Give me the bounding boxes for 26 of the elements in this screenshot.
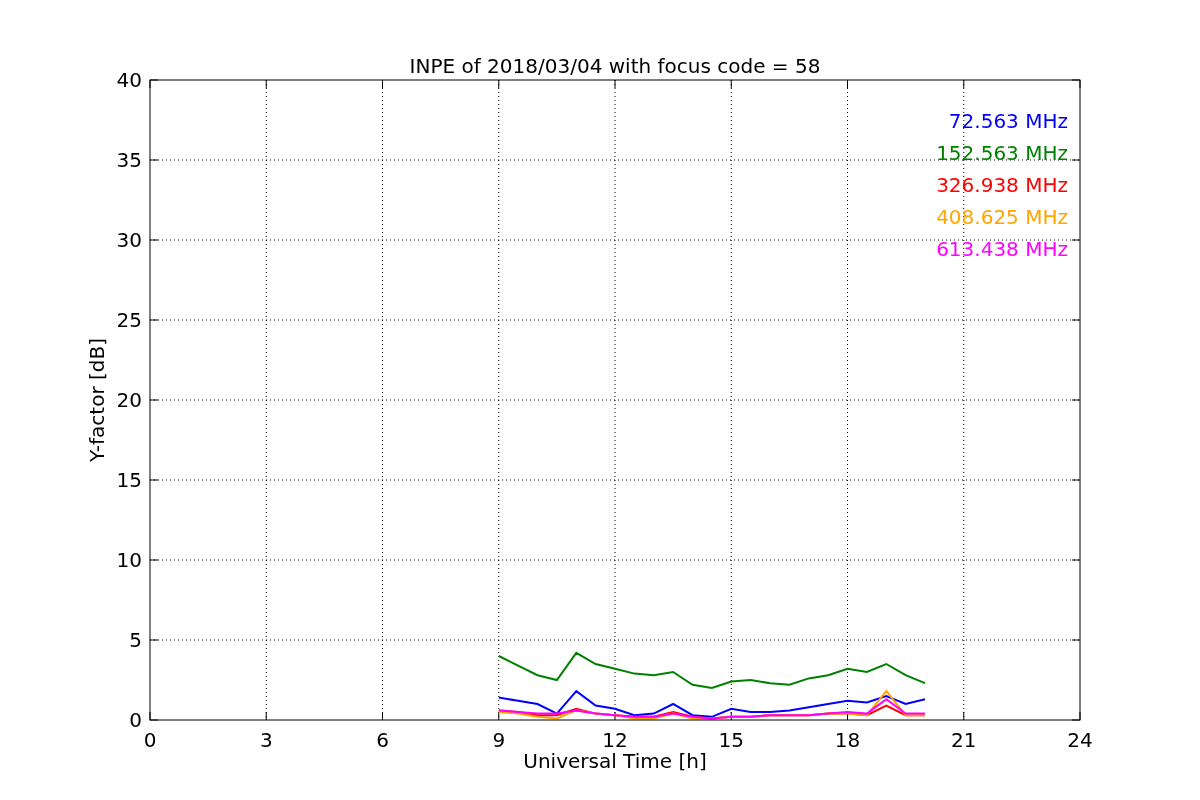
chart-title: INPE of 2018/03/04 with focus code = 58 — [409, 54, 821, 78]
legend-label: 408.625 MHz — [936, 205, 1068, 229]
x-axis-label: Universal Time [h] — [523, 749, 707, 773]
x-tick-label: 12 — [602, 728, 628, 752]
y-tick-label: 0 — [129, 708, 142, 732]
legend-label: 326.938 MHz — [936, 173, 1068, 197]
legend-label: 613.438 MHz — [936, 237, 1068, 261]
x-tick-label: 9 — [492, 728, 506, 752]
y-tick-label: 5 — [129, 628, 142, 652]
y-tick-label: 10 — [116, 548, 142, 572]
x-tick-label: 18 — [834, 728, 861, 752]
y-tick-label: 20 — [116, 388, 142, 412]
y-tick-label: 40 — [116, 68, 142, 92]
x-tick-label: 0 — [143, 728, 157, 752]
x-tick-label: 24 — [1067, 728, 1093, 752]
legend-label: 152.563 MHz — [936, 141, 1068, 165]
y-tick-label: 15 — [116, 468, 142, 492]
x-tick-label: 6 — [376, 728, 389, 752]
x-tick-label: 3 — [259, 728, 273, 752]
x-tick-label: 15 — [718, 728, 744, 752]
y-axis-label: Y-factor [dB] — [85, 338, 109, 462]
y-tick-label: 30 — [116, 228, 142, 252]
x-tick-label: 21 — [951, 728, 977, 752]
legend-label: 72.563 MHz — [948, 109, 1068, 133]
y-tick-label: 25 — [116, 308, 142, 332]
y-tick-label: 35 — [116, 148, 142, 172]
